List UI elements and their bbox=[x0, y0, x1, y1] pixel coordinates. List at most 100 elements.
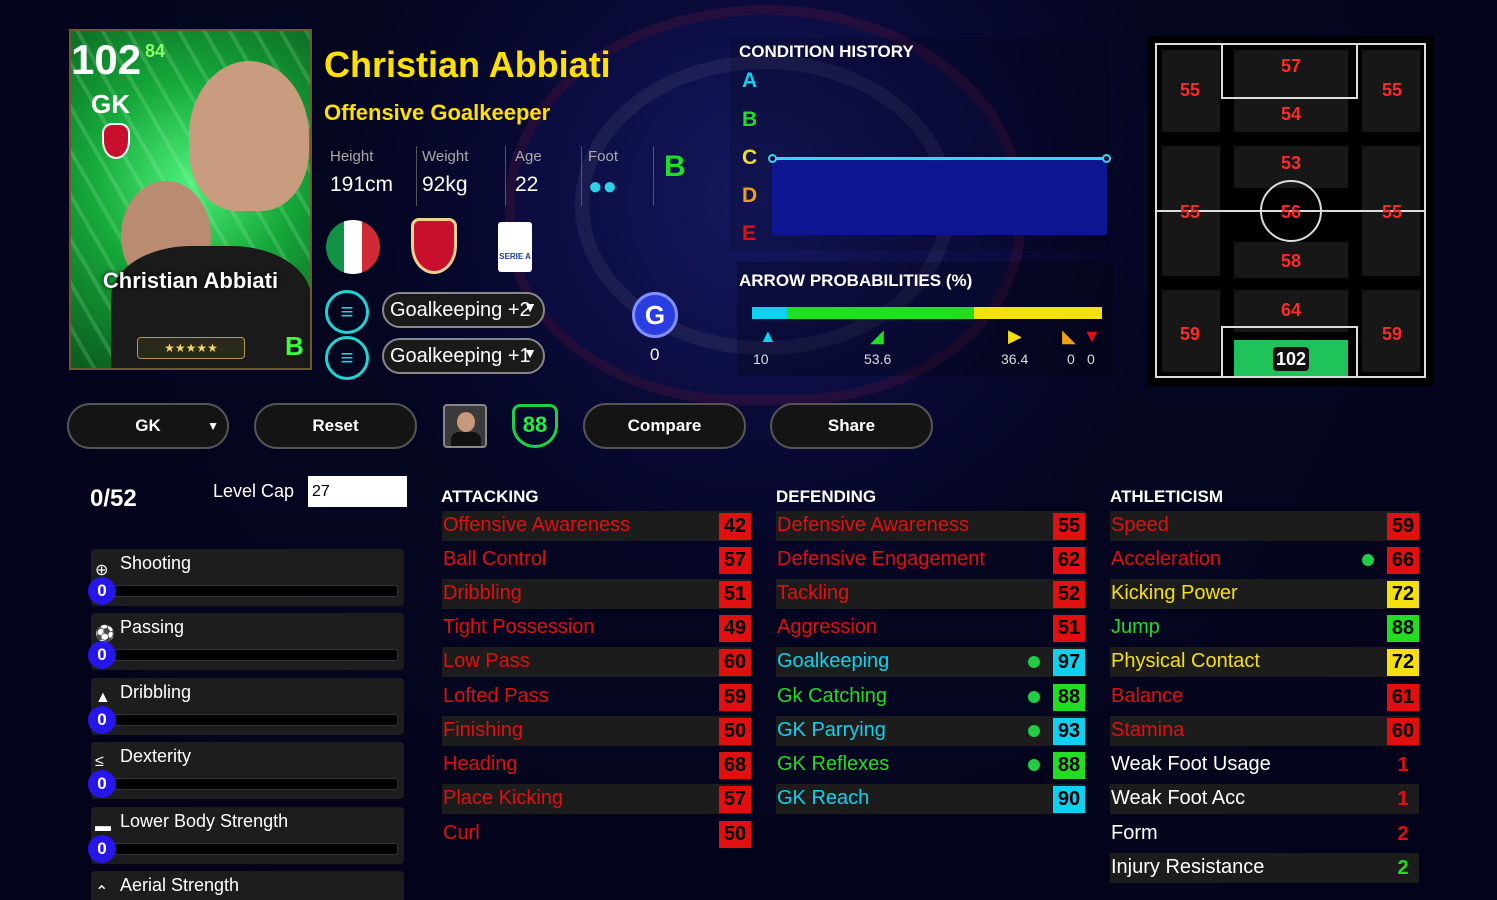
progression-points: 0/52 bbox=[90, 485, 137, 512]
stat-row: Form 2 bbox=[1110, 819, 1419, 849]
skill-slot-icon: ≡ bbox=[325, 336, 369, 380]
attacking-title: ATTACKING bbox=[441, 487, 539, 506]
condition-grade: B bbox=[664, 150, 686, 183]
level-badge: 0 bbox=[88, 770, 116, 798]
card-player-name: Christian Abbiati bbox=[102, 268, 279, 293]
stat-row: Speed 59 bbox=[1110, 511, 1419, 541]
stat-row: Aggression 51 bbox=[776, 613, 1085, 643]
stat-name: Balance bbox=[1111, 685, 1184, 707]
progression-passing[interactable]: ⚽ Passing 0 bbox=[88, 613, 404, 670]
nationality-flag-icon bbox=[326, 220, 380, 274]
stat-value: 66 bbox=[1387, 547, 1419, 574]
pitch-dmf: 58 bbox=[1281, 251, 1302, 271]
pitch-amf: 53 bbox=[1281, 153, 1302, 173]
player-page: 102 84 GK Christian Abbiati ★★★★★ B Chri… bbox=[0, 0, 1497, 900]
stat-name: Acceleration bbox=[1111, 548, 1222, 570]
stat-name: GK Reflexes bbox=[777, 753, 890, 775]
boost-dot-icon bbox=[1028, 759, 1040, 771]
pitch-lmf: 55 bbox=[1180, 202, 1201, 222]
rating-shield-badge[interactable]: 88 bbox=[512, 404, 558, 448]
chevron-down-icon: ▼ bbox=[523, 299, 537, 315]
compare-button[interactable]: Compare bbox=[583, 403, 746, 449]
stat-row: Dribbling 51 bbox=[442, 579, 751, 609]
defending-title: DEFENDING bbox=[776, 487, 877, 506]
stat-row: Offensive Awareness 42 bbox=[442, 511, 751, 541]
chevron-down-icon: ▼ bbox=[207, 419, 219, 433]
stat-row: Tight Possession 49 bbox=[442, 613, 751, 643]
g-points-icon[interactable]: G bbox=[632, 292, 678, 338]
stat-name: Injury Resistance bbox=[1111, 856, 1265, 878]
stat-value: 50 bbox=[719, 718, 751, 745]
stat-row: Tackling 52 bbox=[776, 579, 1085, 609]
progression-lower-body[interactable]: ▬ Lower Body Strength 0 bbox=[88, 807, 404, 864]
g-points-value: 0 bbox=[650, 345, 660, 364]
skill-select-1[interactable]: Goalkeeping +2 ▼ bbox=[382, 292, 545, 328]
arrow-prob-up-right: 53.6 bbox=[864, 351, 892, 367]
card-base-rating: 84 bbox=[145, 41, 166, 61]
stat-value: 2 bbox=[1397, 823, 1409, 845]
stat-value: 50 bbox=[719, 821, 751, 848]
card-overall: 102 bbox=[71, 36, 142, 83]
stat-value: 59 bbox=[1387, 513, 1419, 540]
pitch-lwf: 55 bbox=[1180, 80, 1201, 100]
zigzag-icon: ≤ bbox=[95, 753, 104, 770]
pitch-lb: 59 bbox=[1180, 324, 1201, 344]
weight-attr: Weight 92kg bbox=[422, 148, 469, 196]
position-select[interactable]: GK ▼ bbox=[67, 403, 229, 449]
condition-history-line bbox=[772, 157, 1106, 160]
player-name: Christian Abbiati bbox=[324, 44, 611, 85]
stat-value: 97 bbox=[1053, 649, 1085, 676]
stat-name: GK Parrying bbox=[777, 719, 886, 741]
skill-select-2[interactable]: Goalkeeping +1 ▼ bbox=[382, 338, 545, 374]
progress-track bbox=[99, 843, 398, 855]
condition-point bbox=[1102, 154, 1111, 163]
stat-row: Stamina 60 bbox=[1110, 716, 1419, 746]
stat-row: Goalkeeping 97 bbox=[776, 647, 1085, 677]
stat-row: Defensive Engagement 62 bbox=[776, 545, 1085, 575]
stat-value: 42 bbox=[719, 513, 751, 540]
arrow-up-right-icon: ◢ bbox=[870, 326, 884, 346]
height-attr: Height 191cm bbox=[330, 148, 394, 196]
progression-dexterity[interactable]: ≤ Dexterity 0 bbox=[88, 742, 404, 799]
manager-avatar[interactable] bbox=[443, 404, 487, 448]
reset-button[interactable]: Reset bbox=[254, 403, 417, 449]
stat-name: Form bbox=[1111, 822, 1158, 844]
stat-value: 72 bbox=[1387, 581, 1419, 608]
progression-aerial[interactable]: ⌃ Aerial Strength bbox=[91, 871, 404, 900]
stat-row: Jump 88 bbox=[1110, 613, 1419, 643]
boost-dot-icon bbox=[1028, 725, 1040, 737]
arrow-prob-down: 0 bbox=[1087, 351, 1095, 367]
progress-track bbox=[99, 585, 398, 597]
level-badge: 0 bbox=[88, 706, 116, 734]
boot-icon: ▬ bbox=[95, 818, 111, 835]
boost-dot-icon bbox=[1028, 691, 1040, 703]
stat-value: 51 bbox=[719, 581, 751, 608]
stat-row: Lofted Pass 59 bbox=[442, 682, 751, 712]
pitch-rmf: 55 bbox=[1382, 202, 1403, 222]
stat-name: Stamina bbox=[1111, 719, 1185, 741]
stat-name: Physical Contact bbox=[1111, 650, 1260, 672]
stat-value: 59 bbox=[719, 684, 751, 711]
condition-history-title: CONDITION HISTORY bbox=[739, 42, 914, 61]
arrow-prob-up: 10 bbox=[753, 351, 769, 367]
arrow-probability-bar bbox=[752, 307, 1102, 319]
level-cap-input[interactable] bbox=[308, 476, 407, 507]
stat-name: Offensive Awareness bbox=[443, 514, 631, 536]
player-card[interactable]: 102 84 GK Christian Abbiati ★★★★★ B bbox=[69, 29, 312, 370]
card-condition: B bbox=[285, 331, 304, 361]
stat-name: Lofted Pass bbox=[443, 685, 549, 707]
stat-value: 51 bbox=[1053, 615, 1085, 642]
arrow-prob-right: 36.4 bbox=[1001, 351, 1029, 367]
stat-name: Gk Catching bbox=[777, 685, 888, 707]
pitch-rwf: 55 bbox=[1382, 80, 1403, 100]
skill-slot-icon: ≡ bbox=[325, 290, 369, 334]
stat-name: Dribbling bbox=[443, 582, 522, 604]
level-badge: 0 bbox=[88, 835, 116, 863]
level-badge: 0 bbox=[88, 641, 116, 669]
share-button[interactable]: Share bbox=[770, 403, 933, 449]
stat-row: Heading 68 bbox=[442, 750, 751, 780]
progression-dribbling[interactable]: ▲ Dribbling 0 bbox=[88, 678, 404, 735]
stat-row: GK Parrying 93 bbox=[776, 716, 1085, 746]
stat-value: 88 bbox=[1053, 752, 1085, 779]
progression-shooting[interactable]: ⊕ Shooting 0 bbox=[88, 549, 404, 606]
